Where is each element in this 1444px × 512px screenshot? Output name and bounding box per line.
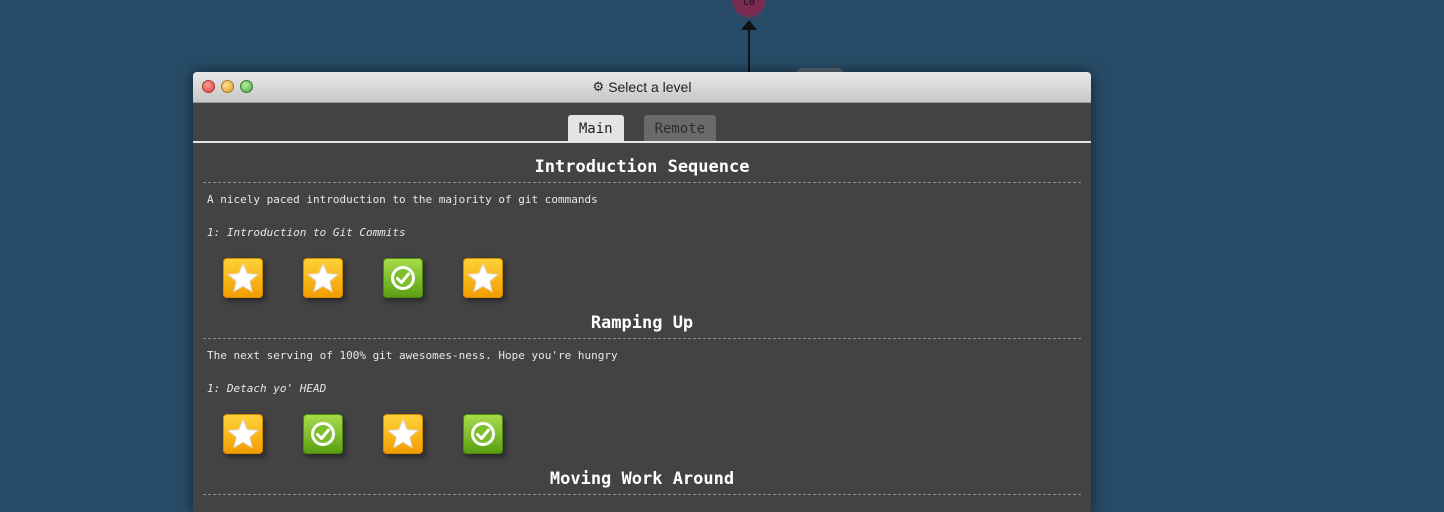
tab-bar: Main Remote (193, 103, 1091, 143)
commit-node-c0[interactable]: C0 (732, 0, 766, 18)
level-name: 1: Introduction to Git Commits (207, 226, 406, 239)
level-button-4[interactable] (463, 414, 503, 454)
star-icon (227, 262, 259, 293)
level-select-window: ⚙ Select a level Main Remote Introductio… (193, 72, 1091, 512)
level-icons (203, 395, 1081, 455)
sequence-list: Introduction Sequence A nicely paced int… (193, 143, 1091, 495)
level-icons (203, 239, 1081, 299)
level-name: 1: Detach yo' HEAD (207, 382, 327, 395)
level-button-3[interactable] (383, 414, 423, 454)
tab-remote[interactable]: Remote (643, 115, 717, 141)
level-button-1[interactable] (223, 258, 263, 298)
maximize-window-button[interactable] (240, 80, 253, 93)
close-window-button[interactable] (202, 80, 215, 93)
sequence-title: Moving Work Around (203, 455, 1081, 495)
check-icon (391, 266, 415, 290)
level-button-3[interactable] (383, 258, 423, 298)
sequence-title: Ramping Up (203, 299, 1081, 339)
level-button-1[interactable] (223, 414, 263, 454)
check-icon (471, 422, 495, 446)
gear-icon: ⚙ (592, 79, 605, 94)
commit-arrow-line (748, 28, 750, 74)
tab-main[interactable]: Main (567, 115, 624, 141)
minimize-window-button[interactable] (221, 80, 234, 93)
star-icon (467, 262, 499, 293)
level-button-4[interactable] (463, 258, 503, 298)
sequence-description: The next serving of 100% git awesomes-ne… (207, 349, 618, 362)
check-icon (311, 422, 335, 446)
star-icon (227, 418, 259, 449)
star-icon (387, 418, 419, 449)
window-controls (202, 80, 253, 93)
window-titlebar[interactable]: ⚙ Select a level (193, 72, 1091, 103)
commit-label: C0 (742, 0, 756, 8)
window-title: Select a level (608, 79, 692, 95)
star-icon (307, 262, 339, 293)
level-button-2[interactable] (303, 414, 343, 454)
sequence-title: Introduction Sequence (203, 143, 1081, 183)
level-button-2[interactable] (303, 258, 343, 298)
sequence-description: A nicely paced introduction to the major… (207, 193, 598, 206)
